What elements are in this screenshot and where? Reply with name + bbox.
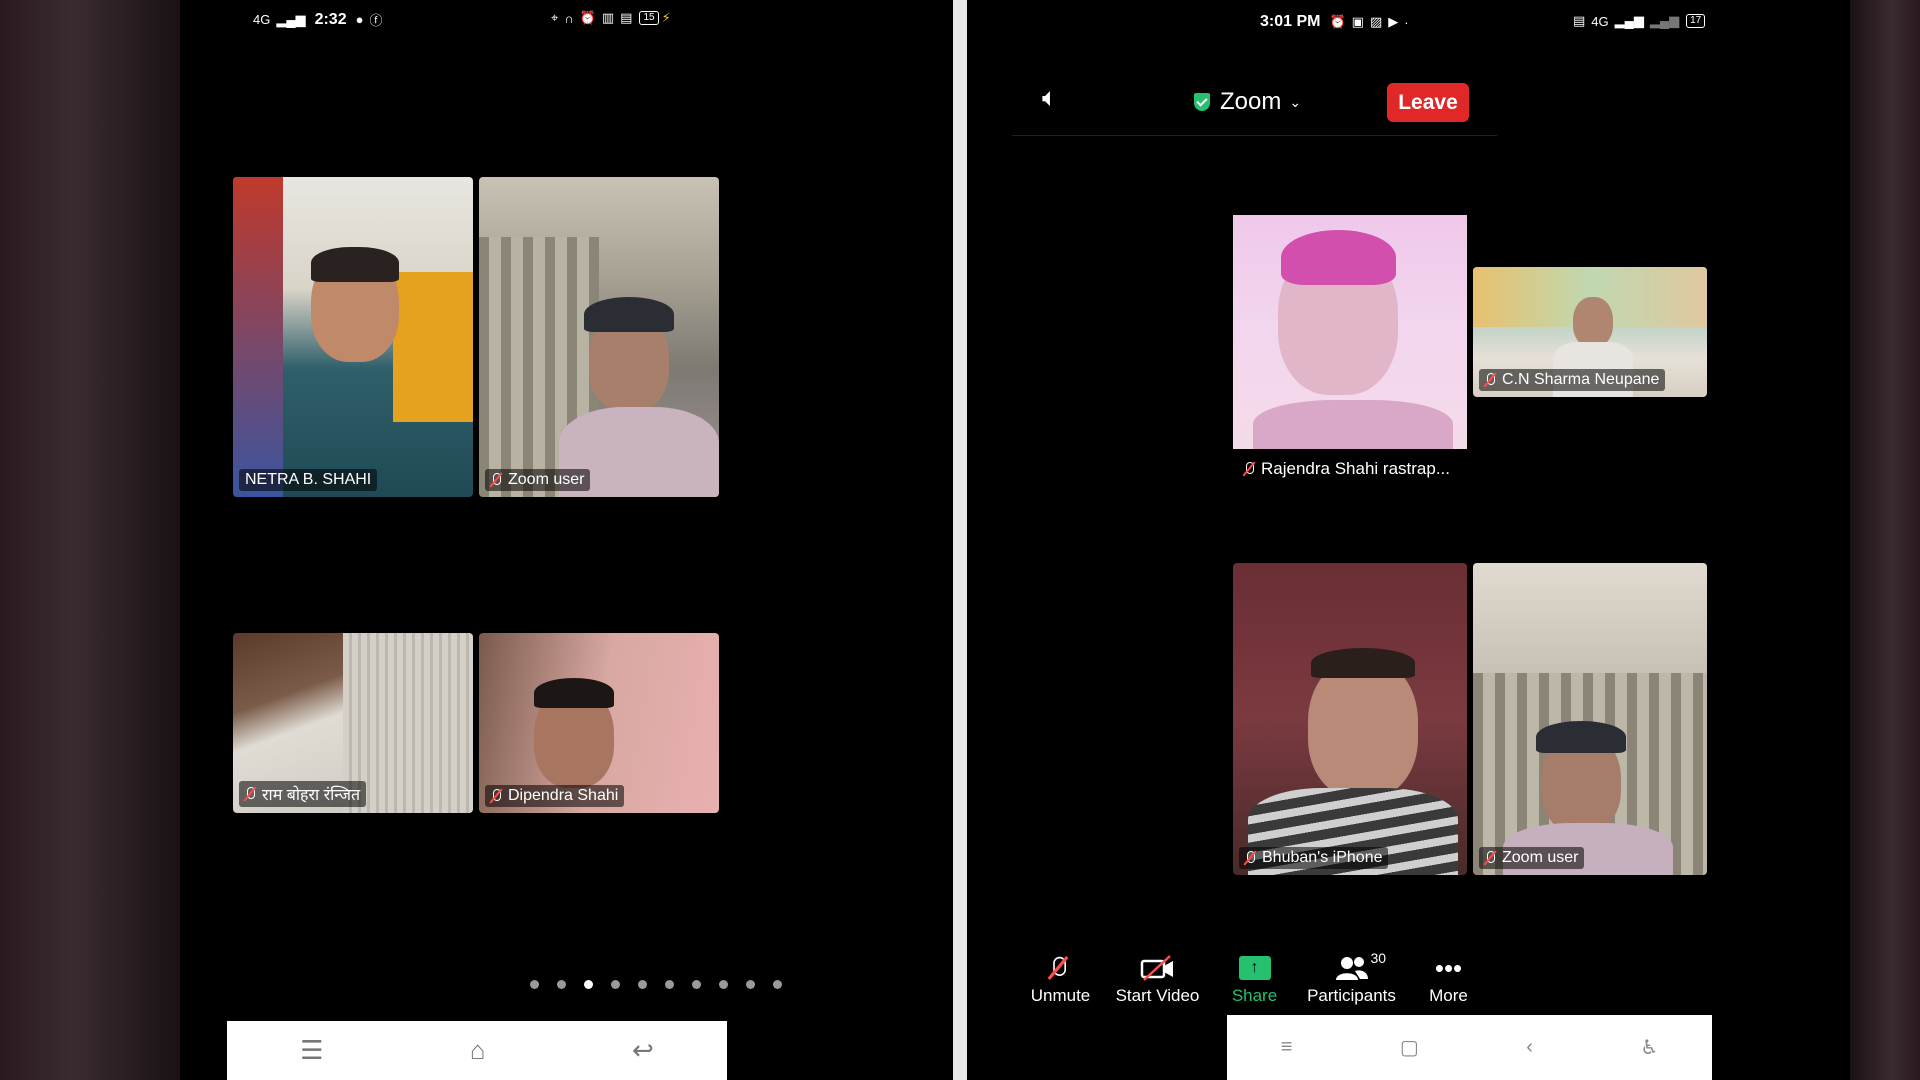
dot-icon: · — [1404, 14, 1409, 30]
chevron-down-icon: ⌄ — [1289, 93, 1302, 110]
signal2-icon: ▂▄▆ — [1649, 13, 1680, 28]
alarm-icon: ⏰ — [579, 10, 596, 25]
mic-muted-icon — [1243, 850, 1257, 866]
participants-count: 30 — [1370, 950, 1387, 966]
mic-muted-icon — [1051, 950, 1070, 986]
message-icon: ▣ — [1351, 14, 1364, 29]
page-dot[interactable] — [638, 980, 647, 989]
video-tile-netra[interactable]: NETRA B. SHAHI — [233, 177, 473, 497]
nfc-icon: ▤ — [1573, 13, 1586, 28]
meeting-toolbar: Unmute Start Video ↑ Share 30 Participan… — [1012, 950, 1497, 1012]
page-dot-active[interactable] — [584, 980, 593, 989]
page-dot[interactable] — [665, 980, 674, 989]
signal-icon: ▂▄▆ — [1614, 13, 1644, 28]
charging-icon: ⚡ — [661, 10, 671, 25]
volte-icon: ▤ — [620, 10, 633, 25]
video-off-icon — [1140, 950, 1176, 986]
tile-name-label: C.N Sharma Neupane — [1479, 369, 1666, 391]
mic-muted-icon — [1483, 850, 1497, 866]
back-chevron-icon[interactable]: ‹ — [1526, 1036, 1533, 1059]
right-system-nav-bar: ≡ ▢ ‹ ♿︎ — [1227, 1015, 1712, 1080]
location-icon: ⌖ — [551, 10, 559, 25]
right-status-bar: 3:01 PM ⏰ ▣ ▨ ▶ · — [1254, 13, 1412, 31]
video-tile-cn-sharma[interactable]: C.N Sharma Neupane — [1473, 267, 1707, 397]
menu-icon[interactable]: ☰ — [300, 1035, 323, 1066]
shield-check-icon — [1194, 93, 1210, 111]
page-dot[interactable] — [773, 980, 782, 989]
left-phone-screen: 4G ▂▄▆ 2:32 ● ⓕ ⌖ ∩ ⏰ ▥ ▤ 15 ⚡ NETRA B. … — [180, 0, 953, 1080]
page-dot[interactable] — [557, 980, 566, 989]
leave-button[interactable]: Leave — [1387, 83, 1469, 122]
messenger-icon: ● — [355, 12, 364, 27]
tile-name-label: Bhuban's iPhone — [1239, 847, 1389, 869]
page-dot[interactable] — [611, 980, 620, 989]
page-indicator[interactable] — [530, 980, 782, 989]
mic-muted-icon — [489, 788, 503, 804]
right-clock: 3:01 PM — [1260, 13, 1321, 30]
video-tile-dipendra[interactable]: Dipendra Shahi — [479, 633, 719, 813]
accessibility-icon[interactable]: ♿︎ — [1640, 1035, 1658, 1060]
start-video-button[interactable]: Start Video — [1113, 950, 1203, 1012]
page-dot[interactable] — [692, 980, 701, 989]
tile-name-label: Rajendra Shahi rastrap... — [1242, 459, 1450, 479]
home-square-icon[interactable]: ▢ — [1400, 1035, 1419, 1060]
tile-name-label: राम बोहरा रंन्जित — [239, 781, 367, 807]
menu-icon[interactable]: ≡ — [1281, 1036, 1293, 1059]
left-system-nav-bar: ☰ ⌂ ↩ — [227, 1021, 727, 1080]
right-background — [1850, 0, 1920, 1080]
mic-muted-icon — [243, 786, 257, 802]
network-icon: 4G — [1591, 13, 1609, 29]
speaker-icon[interactable]: 🔈︎ — [1042, 82, 1058, 114]
tile-name-label: Dipendra Shahi — [485, 785, 625, 807]
left-status-right: ⌖ ∩ ⏰ ▥ ▤ 15 ⚡ — [548, 10, 674, 26]
alarm-icon: ⏰ — [1329, 14, 1346, 29]
meeting-top-bar: 🔈︎ Zoom ⌄ Leave — [1012, 68, 1497, 136]
screen: 4G ▂▄▆ 2:32 ● ⓕ ⌖ ∩ ⏰ ▥ ▤ 15 ⚡ NETRA B. … — [0, 0, 1920, 1080]
divider — [953, 0, 967, 1080]
video-tile-ram-bohara[interactable]: राम बोहरा रंन्जित — [233, 633, 473, 813]
mic-muted-icon — [1242, 461, 1256, 477]
page-dot[interactable] — [746, 980, 755, 989]
battery-icon: 15 — [639, 11, 659, 25]
gallery-icon: ▨ — [1369, 14, 1383, 29]
video-tile-zoom-user[interactable]: Zoom user — [479, 177, 719, 497]
meeting-title[interactable]: Zoom ⌄ — [1194, 88, 1301, 116]
signal-icon: ▂▄▆ — [276, 11, 306, 27]
left-background — [0, 0, 180, 1080]
back-icon[interactable]: ↩ — [632, 1035, 654, 1066]
headset-icon: ∩ — [564, 10, 574, 26]
left-clock: 2:32 — [314, 10, 347, 28]
unmute-button[interactable]: Unmute — [1016, 950, 1106, 1012]
more-button[interactable]: ••• More — [1404, 950, 1494, 1012]
video-tile-rajendra[interactable] — [1233, 215, 1467, 449]
facebook-icon: ⓕ — [369, 13, 383, 28]
share-button[interactable]: ↑ Share — [1210, 950, 1300, 1012]
share-arrow-icon: ↑ — [1238, 950, 1271, 986]
more-dots-icon: ••• — [1434, 952, 1463, 983]
youtube-icon: ▶ — [1388, 14, 1399, 29]
battery-icon: 17 — [1686, 14, 1706, 28]
left-status-bar: 4G ▂▄▆ 2:32 ● ⓕ — [250, 10, 385, 29]
participants-icon — [1335, 950, 1369, 986]
mic-muted-icon — [489, 472, 503, 488]
tile-name-label: Zoom user — [485, 469, 591, 491]
video-tile-bhuban[interactable]: Bhuban's iPhone — [1233, 563, 1467, 875]
page-dot[interactable] — [719, 980, 728, 989]
page-dot[interactable] — [530, 980, 539, 989]
video-tile-zoom-user-right[interactable]: Zoom user — [1473, 563, 1707, 875]
participants-button[interactable]: 30 Participants — [1307, 950, 1397, 1012]
network-icon: 4G — [253, 12, 271, 27]
tile-name-label: NETRA B. SHAHI — [239, 469, 378, 491]
right-status-right: ▤ 4G ▂▄▆ ▂▄▆ 17 — [1570, 13, 1706, 29]
vibrate-icon: ▥ — [601, 10, 615, 25]
mic-muted-icon — [1483, 372, 1497, 388]
tile-name-label: Zoom user — [1479, 847, 1585, 869]
right-phone-screen: 3:01 PM ⏰ ▣ ▨ ▶ · ▤ 4G ▂▄▆ ▂▄▆ 17 🔈︎ Zoo… — [967, 0, 1850, 1080]
home-icon[interactable]: ⌂ — [470, 1035, 486, 1066]
